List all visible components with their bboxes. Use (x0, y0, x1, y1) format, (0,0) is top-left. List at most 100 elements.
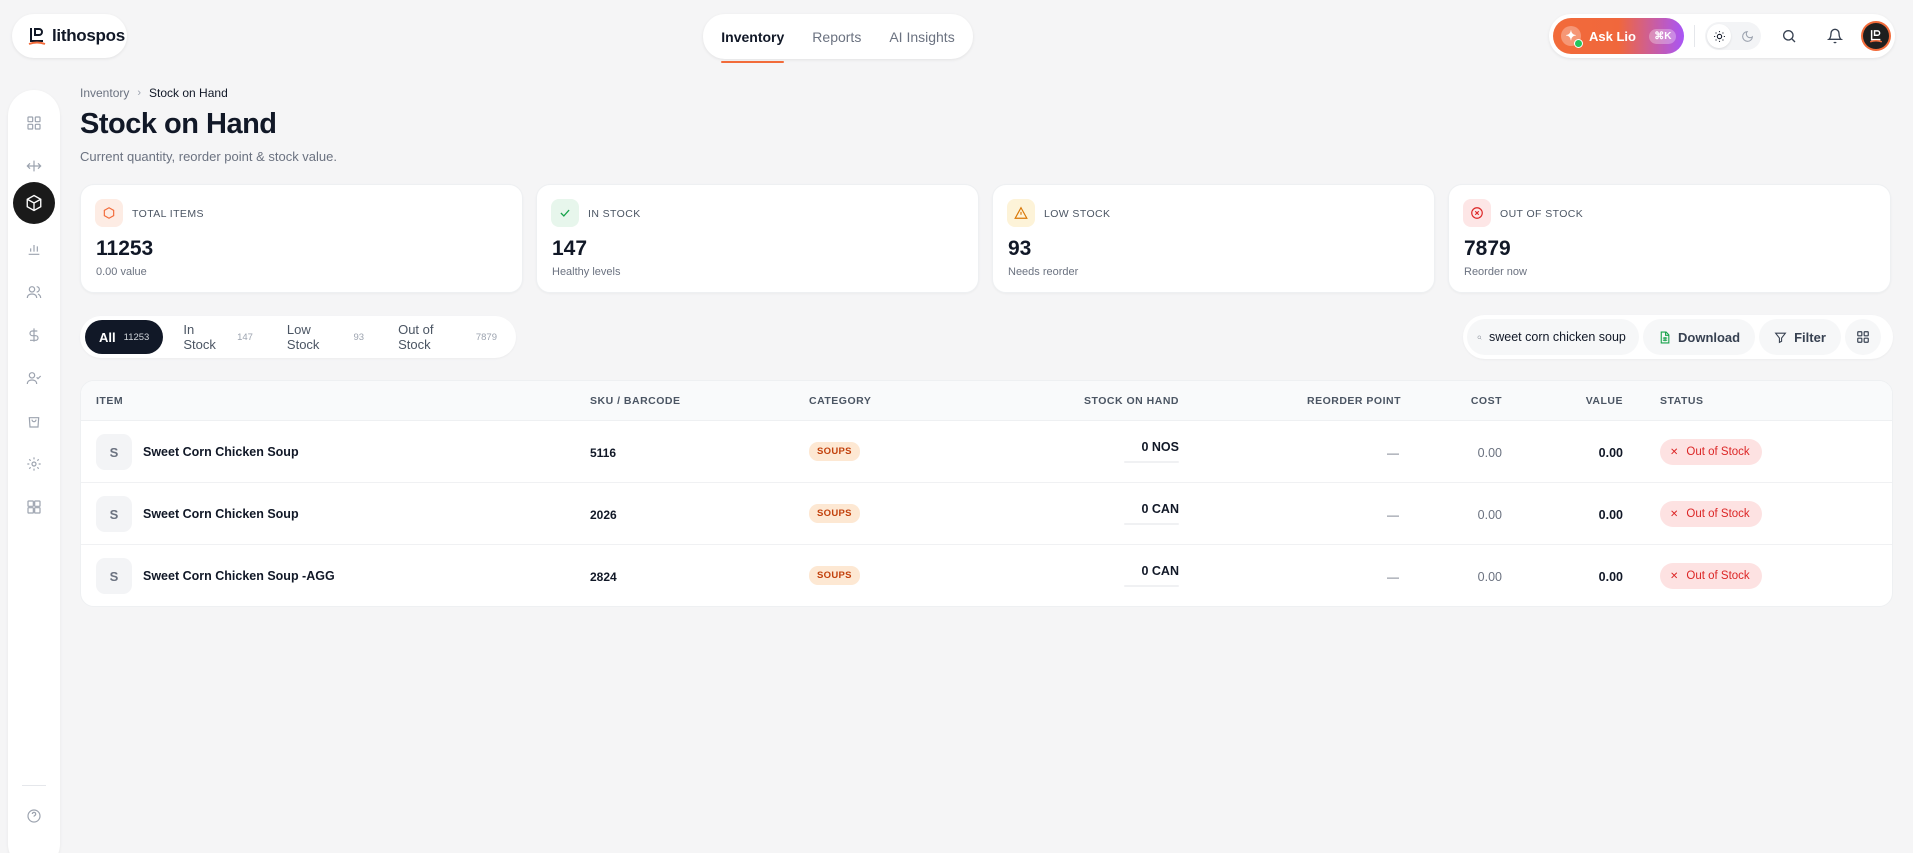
search-icon[interactable] (1771, 18, 1807, 54)
table-header: ITEM SKU / BARCODE CATEGORY STOCK ON HAN… (81, 381, 1892, 421)
tab-count: 11253 (123, 331, 150, 343)
item-name: Sweet Corn Chicken Soup -AGG (143, 569, 335, 583)
status-badge: ✕ Out of Stock (1660, 501, 1762, 527)
category-badge: SOUPS (809, 504, 860, 523)
column-category[interactable]: CATEGORY (809, 395, 871, 407)
item-name: Sweet Corn Chicken Soup (143, 445, 299, 459)
column-status[interactable]: STATUS (1660, 395, 1703, 407)
tab-out-of-stock[interactable]: Out of Stock 7879 (384, 320, 511, 354)
stock-level-bar (1124, 461, 1179, 463)
column-sku[interactable]: SKU / BARCODE (590, 395, 681, 407)
users-icon (26, 286, 42, 299)
topnav-reports[interactable]: Reports (812, 14, 861, 59)
tab-label: Low Stock (286, 322, 320, 352)
sidebar-item-inventory[interactable] (13, 182, 55, 224)
stock-on-hand: 0 CAN (1141, 502, 1179, 516)
sidebar-item-finance[interactable] (13, 314, 55, 356)
shopping-bag-icon (28, 417, 40, 428)
table-toolbar: Download Filter (1463, 315, 1893, 359)
stat-label: TOTAL ITEMS (132, 208, 204, 220)
sidebar-item-staff[interactable] (13, 357, 55, 399)
column-value[interactable]: VALUE (1586, 395, 1623, 407)
sidebar-item-customers[interactable] (13, 271, 55, 313)
stat-card-out-of-stock[interactable]: OUT OF STOCK 7879 Reorder now (1448, 184, 1891, 293)
page-subtitle: Current quantity, reorder point & stock … (80, 149, 337, 164)
sparkle-icon: ✦ (1561, 26, 1583, 48)
column-item[interactable]: ITEM (96, 395, 123, 407)
item-avatar: S (96, 558, 132, 594)
moon-icon[interactable] (1735, 24, 1759, 48)
sidebar-item-help[interactable] (13, 795, 55, 837)
sun-icon[interactable] (1707, 24, 1732, 48)
table-row[interactable]: S Sweet Corn Chicken Soup -AGG 2824 SOUP… (81, 545, 1892, 606)
sidebar-item-purchases[interactable] (13, 400, 55, 442)
sidebar-divider (22, 785, 46, 786)
item-sku: 2824 (590, 570, 617, 584)
grid-icon (27, 116, 41, 130)
sidebar-item-apps[interactable] (13, 486, 55, 528)
box-icon (95, 199, 123, 227)
stat-hint: Reorder now (1464, 266, 1527, 278)
search-box[interactable] (1467, 319, 1639, 355)
sidebar-item-reports[interactable] (13, 228, 55, 270)
sidebar-item-dashboard[interactable] (13, 102, 55, 144)
bar-chart-icon (28, 245, 40, 255)
ask-lio-label: Ask Lio (1589, 28, 1636, 44)
stock-on-hand: 0 NOS (1141, 440, 1179, 454)
stat-value: 147 (552, 237, 588, 260)
warning-icon (1007, 199, 1035, 227)
filter-icon (1774, 332, 1787, 343)
stat-hint: 0.00 value (96, 266, 147, 278)
stock-table: ITEM SKU / BARCODE CATEGORY STOCK ON HAN… (80, 380, 1893, 607)
stat-label: LOW STOCK (1044, 208, 1111, 220)
item-sku: 2026 (590, 508, 617, 522)
item-name: Sweet Corn Chicken Soup (143, 507, 299, 521)
stat-hint: Needs reorder (1008, 266, 1079, 278)
column-reorder-point[interactable]: REORDER POINT (1307, 395, 1401, 407)
topnav-inventory[interactable]: Inventory (721, 14, 785, 63)
item-cost: 0.00 (1477, 446, 1502, 460)
close-icon: ✕ (1670, 446, 1679, 458)
user-avatar[interactable] (1861, 21, 1891, 51)
filter-button[interactable]: Filter (1759, 319, 1841, 355)
download-button[interactable]: Download (1643, 319, 1756, 355)
item-cost: 0.00 (1477, 570, 1502, 584)
item-avatar: S (96, 434, 132, 470)
breadcrumb-inventory[interactable]: Inventory (80, 86, 129, 100)
stat-value: 93 (1008, 237, 1032, 260)
tab-count: 93 (353, 331, 365, 343)
stat-label: OUT OF STOCK (1500, 208, 1584, 220)
download-label: Download (1678, 329, 1741, 345)
help-icon (27, 809, 41, 823)
stat-card-in-stock[interactable]: IN STOCK 147 Healthy levels (536, 184, 979, 293)
bell-icon[interactable] (1817, 18, 1853, 54)
breadcrumb: Inventory › Stock on Hand (80, 86, 228, 100)
table-row[interactable]: S Sweet Corn Chicken Soup 2026 SOUPS 0 C… (81, 483, 1892, 545)
filter-label: Filter (1794, 329, 1826, 345)
user-check-icon (26, 372, 42, 385)
item-sku: 5116 (590, 446, 617, 460)
stat-card-total-items[interactable]: TOTAL ITEMS 11253 0.00 value (80, 184, 523, 293)
table-row[interactable]: S Sweet Corn Chicken Soup 5116 SOUPS 0 N… (81, 421, 1892, 483)
theme-toggle[interactable] (1705, 22, 1762, 50)
ask-lio-button[interactable]: ✦ Ask Lio ⌘K (1553, 18, 1685, 54)
category-badge: SOUPS (809, 442, 860, 461)
cube-icon (26, 194, 42, 212)
tab-low-stock[interactable]: Low Stock 93 (273, 320, 378, 354)
breadcrumb-current: Stock on Hand (149, 86, 228, 100)
status-label: Out of Stock (1686, 446, 1750, 458)
item-value: 0.00 (1598, 446, 1623, 460)
search-input[interactable] (1489, 330, 1629, 344)
sidebar-item-pos[interactable] (13, 145, 55, 187)
column-cost[interactable]: COST (1471, 395, 1502, 407)
sidebar-item-settings[interactable] (13, 443, 55, 485)
topnav-ai-insights[interactable]: AI Insights (889, 14, 954, 59)
column-stock-on-hand[interactable]: STOCK ON HAND (1084, 395, 1179, 407)
stat-card-low-stock[interactable]: LOW STOCK 93 Needs reorder (992, 184, 1435, 293)
x-circle-icon (1463, 199, 1491, 227)
status-label: Out of Stock (1686, 570, 1750, 582)
view-toggle-button[interactable] (1844, 319, 1881, 355)
tab-all[interactable]: All 11253 (85, 320, 164, 354)
tab-in-stock[interactable]: In Stock 147 (169, 320, 267, 354)
app-logo[interactable]: lithospos (12, 14, 127, 58)
